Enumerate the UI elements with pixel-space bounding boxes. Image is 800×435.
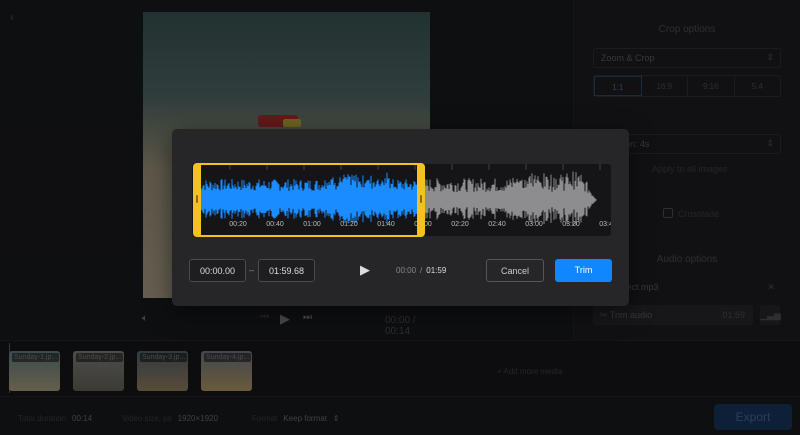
trim-end-handle[interactable]	[417, 163, 425, 237]
start-time-input[interactable]: 00:00.00	[189, 259, 246, 282]
end-time-input[interactable]: 01:59.68	[258, 259, 315, 282]
waveform-tick-label: 03:40	[599, 221, 611, 228]
total-time: 01:59	[426, 266, 447, 275]
audio-waveform[interactable]: 00:20 00:40 01:00 01:20 01:40 02:00 02:20 02:40…	[192, 164, 611, 236]
range-dash: –	[249, 265, 255, 275]
waveform-tick-label: 03:00	[525, 221, 543, 228]
current-time: 00:00	[396, 266, 417, 275]
video-editor: ‹ 🔈︎ ⏮︎ ▶ ⏭︎ 00:00 / 00:14 Crop options …	[0, 0, 800, 435]
waveform-tick-label: 01:40	[377, 221, 395, 228]
playback-time: 00:00/01:59	[396, 266, 446, 275]
waveform-tick-label: 00:40	[266, 221, 284, 228]
waveform-tick-label: 02:40	[488, 221, 506, 228]
waveform-tick-label: 01:20	[340, 221, 358, 228]
waveform-tick-label: 01:00	[303, 221, 321, 228]
play-icon[interactable]: ▶	[360, 262, 370, 278]
grip-icon	[420, 195, 422, 203]
trim-button[interactable]: Trim	[555, 259, 612, 282]
cancel-button[interactable]: Cancel	[486, 259, 544, 282]
time-separator: /	[420, 266, 423, 275]
trim-start-handle[interactable]	[193, 163, 201, 237]
waveform-graphic: 00:20 00:40 01:00 01:20 01:40 02:00 02:20 02:40…	[198, 164, 611, 228]
waveform-tick-label: 03:20	[562, 221, 580, 228]
trim-audio-dialog: 00:20 00:40 01:00 01:20 01:40 02:00 02:20 02:40…	[172, 129, 629, 306]
waveform-tick-label: 00:20	[229, 221, 247, 228]
grip-icon	[196, 195, 198, 203]
waveform-tick-label: 02:20	[451, 221, 469, 228]
